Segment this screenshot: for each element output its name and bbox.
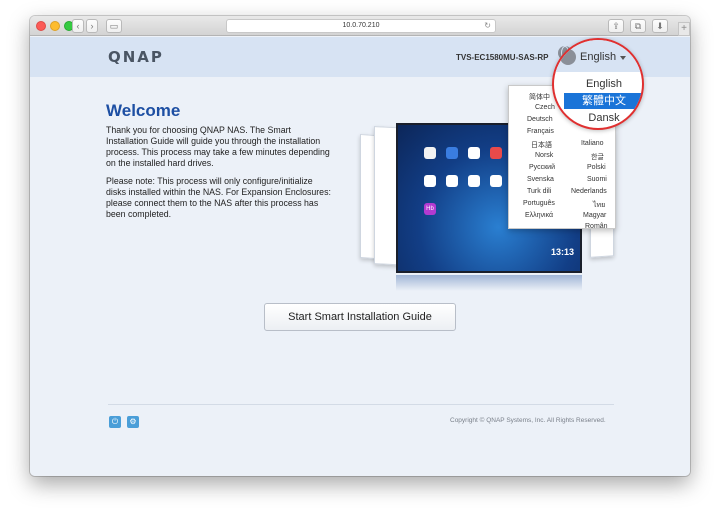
language-option[interactable]: 日本語: [531, 140, 552, 150]
hybrid-backup-icon: Hb: [424, 203, 436, 215]
app-icon: [490, 175, 502, 187]
screen-reflection: [396, 275, 582, 291]
zoom-option-english[interactable]: English: [564, 76, 642, 92]
language-option[interactable]: Deutsch: [527, 116, 553, 123]
app-icon: [468, 175, 480, 187]
close-window-button[interactable]: [36, 21, 46, 31]
language-option[interactable]: Nederlands: [571, 188, 607, 195]
globe-icon: [560, 49, 576, 65]
url-text: 10.0.70.210: [342, 22, 380, 29]
language-option[interactable]: Ελληνικά: [525, 212, 553, 219]
language-option[interactable]: Czech: [535, 104, 555, 111]
zoom-option-traditional-chinese[interactable]: 繁體中文: [564, 93, 642, 109]
language-option[interactable]: Русский: [529, 164, 555, 171]
address-bar[interactable]: 10.0.70.210 ↻: [226, 19, 496, 33]
new-tab-button[interactable]: +: [678, 22, 690, 36]
zoom-highlight-circle: English English 繁體中文 Dansk: [552, 38, 644, 130]
welcome-text: Thank you for choosing QNAP NAS. The Sma…: [106, 125, 330, 168]
language-option[interactable]: ไทย: [593, 200, 605, 211]
language-option[interactable]: Turk dili: [527, 188, 551, 195]
app-icon: [446, 175, 458, 187]
qnap-setup-page: QNAP TVS-EC1580MU-SAS-RP English Welcome…: [30, 37, 690, 476]
language-option[interactable]: Român: [585, 223, 608, 230]
minimize-window-button[interactable]: [50, 21, 60, 31]
power-icon[interactable]: ⏻: [109, 416, 121, 428]
desktop-clock: 13:13: [550, 247, 574, 257]
language-option[interactable]: 简体中: [529, 92, 550, 102]
language-option[interactable]: 한글: [591, 152, 604, 162]
start-smart-installation-button[interactable]: Start Smart Installation Guide: [264, 303, 456, 331]
model-name: TVS-EC1580MU-SAS-RP: [456, 53, 549, 62]
note-text: Please note: This process will only conf…: [106, 176, 331, 219]
qnap-logo: QNAP: [108, 48, 164, 66]
app-icon: [424, 147, 436, 159]
language-option[interactable]: Suomi: [587, 176, 607, 183]
app-icon: [424, 175, 436, 187]
welcome-title: Welcome: [106, 101, 181, 120]
sidebar-icon[interactable]: ▭: [106, 19, 122, 33]
zoom-header: English: [554, 40, 642, 72]
chevron-down-icon: [620, 56, 626, 60]
back-button[interactable]: ‹: [72, 19, 84, 33]
browser-toolbar: ‹ › ▭ 10.0.70.210 ↻ ⇪ ⧉ ⬇: [30, 16, 690, 36]
reload-icon[interactable]: ↻: [484, 20, 491, 32]
language-option[interactable]: Magyar: [583, 212, 606, 219]
language-option[interactable]: Italiano: [581, 140, 604, 147]
language-option[interactable]: Polski: [587, 164, 606, 171]
browser-window: ‹ › ▭ 10.0.70.210 ↻ ⇪ ⧉ ⬇ QNAP TVS-EC158…: [30, 16, 690, 476]
download-icon[interactable]: ⬇: [652, 19, 668, 33]
share-icon[interactable]: ⇪: [608, 19, 624, 33]
settings-icon[interactable]: ⚙: [127, 416, 139, 428]
language-option[interactable]: Português: [523, 200, 555, 207]
app-icon: [468, 147, 480, 159]
zoom-language-label: English: [580, 51, 617, 63]
language-option[interactable]: Français: [527, 128, 554, 135]
tabs-icon[interactable]: ⧉: [630, 19, 646, 33]
footer-divider: [108, 404, 614, 405]
copyright-text: Copyright © QNAP Systems, Inc. All Right…: [450, 417, 606, 424]
language-option[interactable]: Norsk: [535, 152, 553, 159]
forward-button[interactable]: ›: [86, 19, 98, 33]
language-option[interactable]: Svenska: [527, 176, 554, 183]
zoom-option-dansk[interactable]: Dansk: [564, 110, 642, 126]
app-icon: [446, 147, 458, 159]
app-icon: [490, 147, 502, 159]
